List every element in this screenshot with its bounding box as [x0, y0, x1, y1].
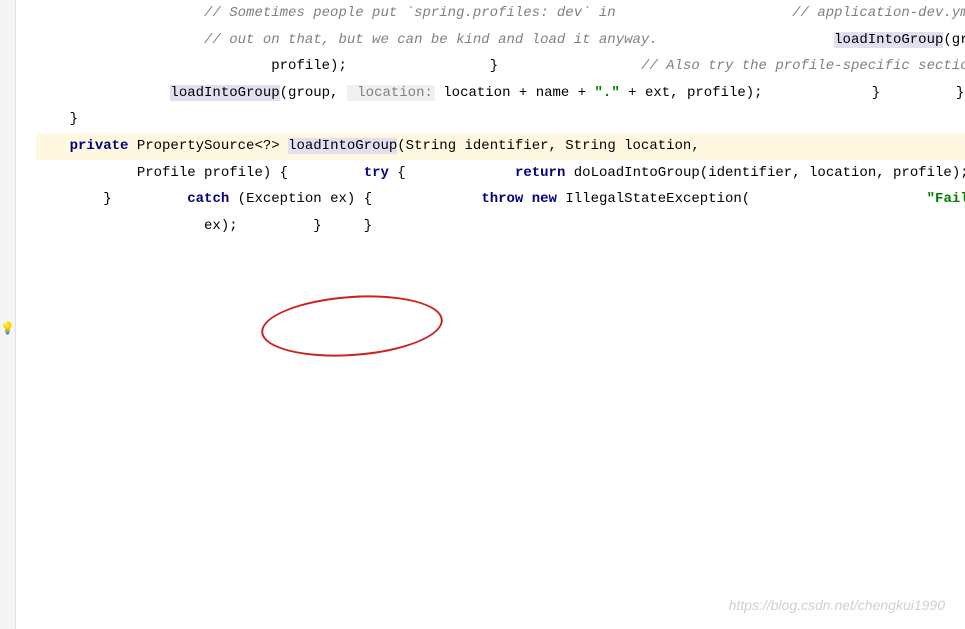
keyword: try: [364, 165, 389, 181]
code-line: "Failed to load property source from loc…: [759, 191, 965, 207]
lightbulb-icon[interactable]: 💡: [0, 318, 14, 332]
keyword: new: [532, 191, 557, 207]
keyword: catch: [187, 191, 229, 207]
param-hint: location:: [347, 85, 435, 101]
code-line: loadIntoGroup(group, location: location …: [36, 85, 763, 101]
code-line: }: [36, 111, 78, 127]
code-line: }: [36, 191, 112, 207]
comment: // Sometimes people put `spring.profiles…: [204, 5, 616, 21]
method-call: loadIntoGroup: [834, 32, 943, 48]
highlighted-line: private PropertySource<?> loadIntoGroup(…: [36, 133, 965, 160]
code-line: profile);: [36, 58, 347, 74]
code-line: // Also try the profile-specific section…: [507, 58, 965, 74]
code-line: Profile profile) {: [36, 165, 288, 181]
code-line: ex);: [36, 218, 238, 234]
code-line: private PropertySource<?> loadIntoGroup(…: [36, 138, 700, 154]
code-line: loadIntoGroup(group, location: location …: [666, 32, 965, 48]
code-line: return doLoadIntoGroup(identifier, locat…: [414, 165, 965, 181]
annotation-ellipse: [259, 290, 445, 363]
code-line: }: [246, 218, 322, 234]
keyword: return: [515, 165, 565, 181]
comment: // out on that, but we can be kind and l…: [204, 32, 658, 48]
code-line: }: [771, 85, 880, 101]
code-line: try {: [296, 165, 405, 181]
editor-gutter: [0, 0, 16, 629]
method-name: loadIntoGroup: [288, 138, 397, 154]
code-line: // Sometimes people put `spring.profiles…: [36, 5, 616, 21]
code-editor[interactable]: // Sometimes people put `spring.profiles…: [16, 0, 965, 239]
comment: // application-dev.yml (gh-340). Arguabl…: [792, 5, 965, 21]
code-line: }: [889, 85, 965, 101]
code-line: [86, 111, 94, 127]
code-line: // application-dev.yml (gh-340). Arguabl…: [624, 5, 965, 21]
code-line: // out on that, but we can be kind and l…: [36, 32, 658, 48]
keyword: throw: [481, 191, 523, 207]
watermark: https://blog.csdn.net/chengkui1990: [729, 592, 945, 619]
code-line: throw new IllegalStateException(: [381, 191, 751, 207]
comment: // Also try the profile-specific section…: [641, 58, 965, 74]
code-line: catch (Exception ex) {: [120, 191, 372, 207]
keyword: private: [70, 138, 129, 154]
method-call: loadIntoGroup: [170, 85, 279, 101]
code-line: }: [330, 218, 372, 234]
string-literal: "Failed to load property source from loc…: [927, 191, 965, 207]
code-line: }: [355, 58, 498, 74]
